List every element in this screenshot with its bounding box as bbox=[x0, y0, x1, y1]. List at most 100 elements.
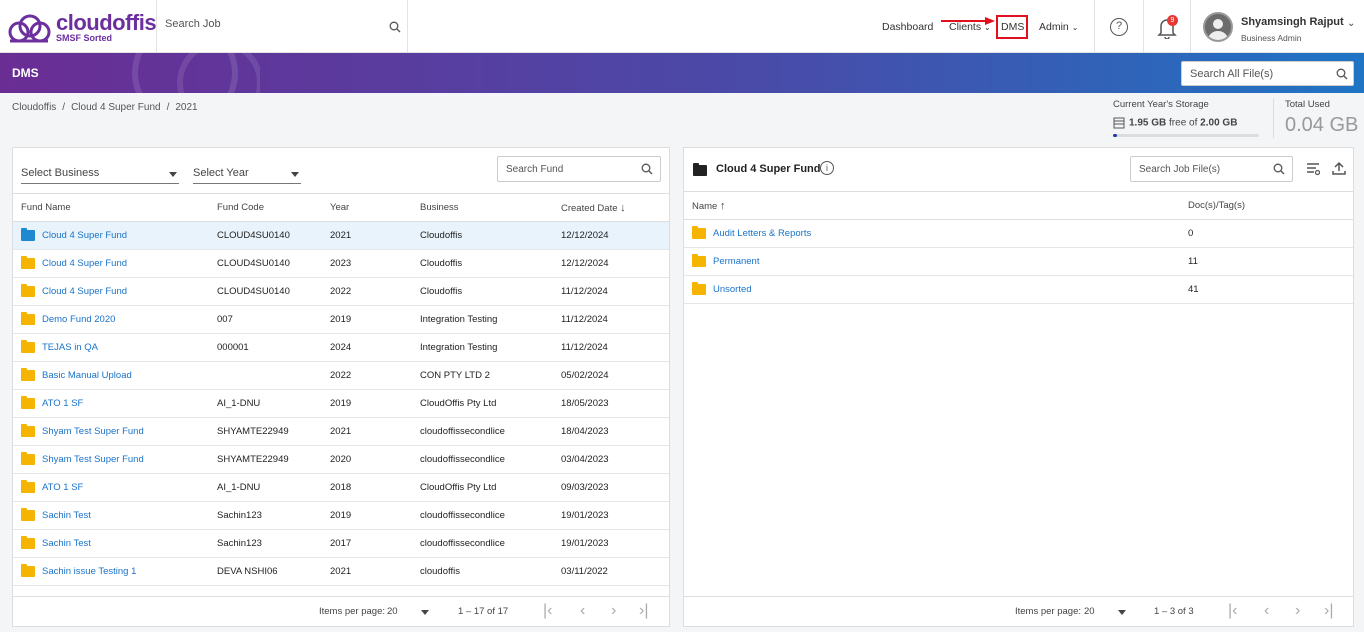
folder-name-cell[interactable]: Permanent bbox=[684, 247, 1180, 276]
folder-name-cell[interactable]: Audit Letters & Reports bbox=[684, 219, 1180, 248]
fund-name-cell[interactable]: TEJAS in QA bbox=[13, 333, 209, 362]
help-icon[interactable]: ? bbox=[1110, 18, 1128, 36]
folder-name-link[interactable]: Permanent bbox=[713, 256, 759, 267]
search-icon[interactable] bbox=[641, 163, 653, 175]
column-header-fund-name[interactable]: Fund Name bbox=[13, 193, 209, 222]
search-icon[interactable] bbox=[1273, 163, 1285, 175]
folder-name-cell[interactable]: Unsorted bbox=[684, 275, 1180, 304]
table-row[interactable]: Demo Fund 2020 007 2019 Integration Testing… bbox=[13, 305, 669, 334]
table-row[interactable]: Basic Manual Upload 2022 CON PTY LTD 2 05/0… bbox=[13, 361, 669, 390]
breadcrumb-item[interactable]: Cloud 4 Super Fund bbox=[71, 102, 161, 113]
table-row[interactable]: Unsorted 41 bbox=[684, 275, 1353, 304]
folder-icon bbox=[21, 563, 35, 577]
table-row[interactable]: Shyam Test Super Fund SHYAMTE22949 2021 clo… bbox=[13, 417, 669, 446]
table-row[interactable]: Sachin Test Sachin123 2017 cloudoffissecond… bbox=[13, 529, 669, 558]
folder-icon bbox=[21, 339, 35, 353]
fund-date-cell: 19/01/2023 bbox=[553, 501, 669, 530]
table-row[interactable]: Cloud 4 Super Fund CLOUD4SU0140 2023 Cloudo… bbox=[13, 249, 669, 278]
table-row[interactable]: ATO 1 SF AI_1-DNU 2018 CloudOffis Pty Ltd 09… bbox=[13, 473, 669, 502]
fund-name-link[interactable]: Shyam Test Super Fund bbox=[42, 454, 144, 465]
fund-year-cell: 2021 bbox=[322, 557, 412, 586]
caret-down-icon[interactable] bbox=[1118, 610, 1126, 615]
next-page-icon[interactable]: › bbox=[611, 603, 616, 619]
fund-name-link[interactable]: Basic Manual Upload bbox=[42, 370, 132, 381]
fund-name-cell[interactable]: Cloud 4 Super Fund bbox=[13, 277, 209, 306]
fund-name-cell[interactable]: Basic Manual Upload bbox=[13, 361, 209, 390]
avatar[interactable] bbox=[1203, 12, 1233, 42]
items-per-page-select[interactable]: 20 bbox=[387, 606, 398, 617]
previous-page-icon[interactable]: ‹ bbox=[1264, 603, 1269, 619]
fund-year-cell: 2020 bbox=[322, 445, 412, 474]
storage-summary: Current Year's Storage 1.95 GB free of 2… bbox=[1113, 99, 1263, 139]
breadcrumb-item: 2021 bbox=[175, 102, 198, 113]
table-row[interactable]: Sachin Test Sachin123 2019 cloudoffissecond… bbox=[13, 501, 669, 530]
first-page-icon[interactable]: |‹ bbox=[543, 603, 552, 619]
fund-name-link[interactable]: Cloud 4 Super Fund bbox=[42, 286, 127, 297]
fund-name-cell[interactable]: Sachin Test bbox=[13, 501, 209, 530]
last-page-icon[interactable]: ›| bbox=[639, 603, 648, 619]
info-icon[interactable]: i bbox=[820, 161, 834, 175]
search-all-files-input[interactable] bbox=[1190, 68, 1330, 80]
fund-name-cell[interactable]: Sachin Test bbox=[13, 529, 209, 558]
tag-list-icon[interactable] bbox=[1306, 162, 1320, 176]
table-row[interactable]: TEJAS in QA 000001 2024 Integration Testing… bbox=[13, 333, 669, 362]
select-year-dropdown[interactable]: Select Year bbox=[193, 164, 301, 184]
table-row[interactable]: Sachin issue Testing 1 DEVA NSHI06 2021 clo… bbox=[13, 557, 669, 586]
search-job-files-input[interactable] bbox=[1139, 164, 1264, 175]
fund-name-link[interactable]: Sachin Test bbox=[42, 538, 91, 549]
nav-dashboard[interactable]: Dashboard bbox=[882, 21, 933, 33]
fund-name-link[interactable]: Demo Fund 2020 bbox=[42, 314, 115, 325]
nav-dms[interactable]: DMS bbox=[1001, 21, 1024, 33]
first-page-icon[interactable]: |‹ bbox=[1228, 603, 1237, 619]
fund-name-link[interactable]: Sachin Test bbox=[42, 510, 91, 521]
column-header-docs-tags[interactable]: Doc(s)/Tag(s) bbox=[1180, 191, 1353, 220]
brand-logo[interactable]: cloudoffis SMSF Sorted bbox=[6, 8, 157, 46]
fund-name-cell[interactable]: ATO 1 SF bbox=[13, 389, 209, 418]
fund-name-link[interactable]: Cloud 4 Super Fund bbox=[42, 258, 127, 269]
fund-name-link[interactable]: Sachin issue Testing 1 bbox=[42, 566, 136, 577]
previous-page-icon[interactable]: ‹ bbox=[580, 603, 585, 619]
items-per-page-select[interactable]: 20 bbox=[1084, 606, 1095, 617]
search-fund-input[interactable] bbox=[506, 164, 631, 175]
fund-name-cell[interactable]: Shyam Test Super Fund bbox=[13, 445, 209, 474]
fund-name-link[interactable]: TEJAS in QA bbox=[42, 342, 98, 353]
column-header-fund-code[interactable]: Fund Code bbox=[209, 193, 322, 222]
doc-count-cell: 41 bbox=[1180, 275, 1353, 304]
search-icon[interactable] bbox=[389, 21, 401, 33]
caret-down-icon[interactable] bbox=[421, 610, 429, 615]
folder-name-link[interactable]: Unsorted bbox=[713, 284, 752, 295]
fund-name-link[interactable]: Shyam Test Super Fund bbox=[42, 426, 144, 437]
user-name[interactable]: Shyamsingh Rajput bbox=[1241, 16, 1344, 28]
fund-name-link[interactable]: ATO 1 SF bbox=[42, 398, 83, 409]
fund-name-cell[interactable]: Cloud 4 Super Fund bbox=[13, 249, 209, 278]
column-header-created-date[interactable]: Created Date ↓ bbox=[553, 193, 669, 222]
column-header-business[interactable]: Business bbox=[412, 193, 553, 222]
search-icon[interactable] bbox=[1336, 68, 1348, 80]
select-business-dropdown[interactable]: Select Business bbox=[21, 164, 179, 184]
fund-name-link[interactable]: Cloud 4 Super Fund bbox=[42, 230, 127, 241]
table-row[interactable]: ATO 1 SF AI_1-DNU 2019 CloudOffis Pty Ltd 18… bbox=[13, 389, 669, 418]
fund-name-cell[interactable]: Cloud 4 Super Fund bbox=[13, 221, 209, 250]
breadcrumb-item[interactable]: Cloudoffis bbox=[12, 102, 56, 113]
fund-business-cell: cloudoffissecondlice bbox=[412, 445, 553, 474]
folder-name-link[interactable]: Audit Letters & Reports bbox=[713, 228, 811, 239]
last-page-icon[interactable]: ›| bbox=[1324, 603, 1333, 619]
chevron-down-icon[interactable]: ⌄ bbox=[1347, 18, 1355, 29]
table-row[interactable]: Cloud 4 Super Fund CLOUD4SU0140 2022 Cloudo… bbox=[13, 277, 669, 306]
column-header-year[interactable]: Year bbox=[322, 193, 412, 222]
table-row[interactable]: Shyam Test Super Fund SHYAMTE22949 2020 clo… bbox=[13, 445, 669, 474]
table-row[interactable]: Audit Letters & Reports 0 bbox=[684, 219, 1353, 248]
fund-name-cell[interactable]: Demo Fund 2020 bbox=[13, 305, 209, 334]
fund-name-cell[interactable]: ATO 1 SF bbox=[13, 473, 209, 502]
fund-name-link[interactable]: ATO 1 SF bbox=[42, 482, 83, 493]
fund-name-cell[interactable]: Sachin issue Testing 1 bbox=[13, 557, 209, 586]
search-job-input[interactable] bbox=[165, 18, 375, 30]
storage-used: 1.95 GB bbox=[1129, 117, 1167, 129]
upload-icon[interactable] bbox=[1332, 161, 1346, 176]
column-header-name[interactable]: Name ↑ bbox=[684, 191, 1180, 220]
nav-admin[interactable]: Admin ⌄ bbox=[1039, 21, 1078, 33]
next-page-icon[interactable]: › bbox=[1295, 603, 1300, 619]
table-row[interactable]: Permanent 11 bbox=[684, 247, 1353, 276]
fund-name-cell[interactable]: Shyam Test Super Fund bbox=[13, 417, 209, 446]
table-row[interactable]: Cloud 4 Super Fund CLOUD4SU0140 2021 Cloudo… bbox=[13, 221, 669, 250]
